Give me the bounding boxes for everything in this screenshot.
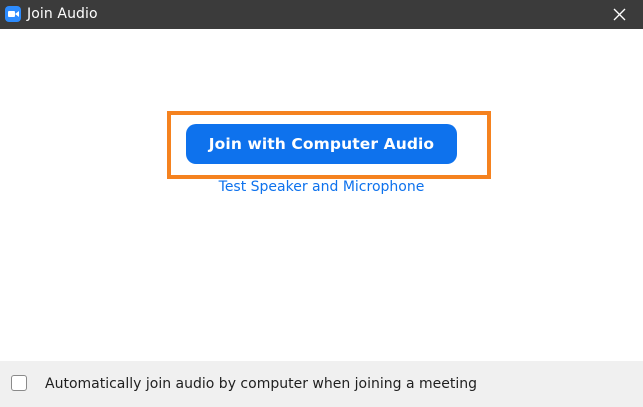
close-icon	[613, 8, 626, 21]
title-bar: Join Audio	[0, 0, 643, 29]
footer-bar: Automatically join audio by computer whe…	[0, 361, 643, 407]
window-title: Join Audio	[27, 6, 98, 22]
zoom-camera-icon	[5, 6, 21, 22]
auto-join-audio-label[interactable]: Automatically join audio by computer whe…	[45, 375, 477, 393]
auto-join-audio-checkbox[interactable]	[11, 375, 27, 391]
join-with-computer-audio-button[interactable]: Join with Computer Audio	[186, 124, 457, 164]
test-speaker-microphone-link[interactable]: Test Speaker and Microphone	[0, 178, 643, 196]
join-audio-window: Join Audio Join with Computer Audio Test…	[0, 0, 643, 407]
close-button[interactable]	[597, 0, 643, 29]
